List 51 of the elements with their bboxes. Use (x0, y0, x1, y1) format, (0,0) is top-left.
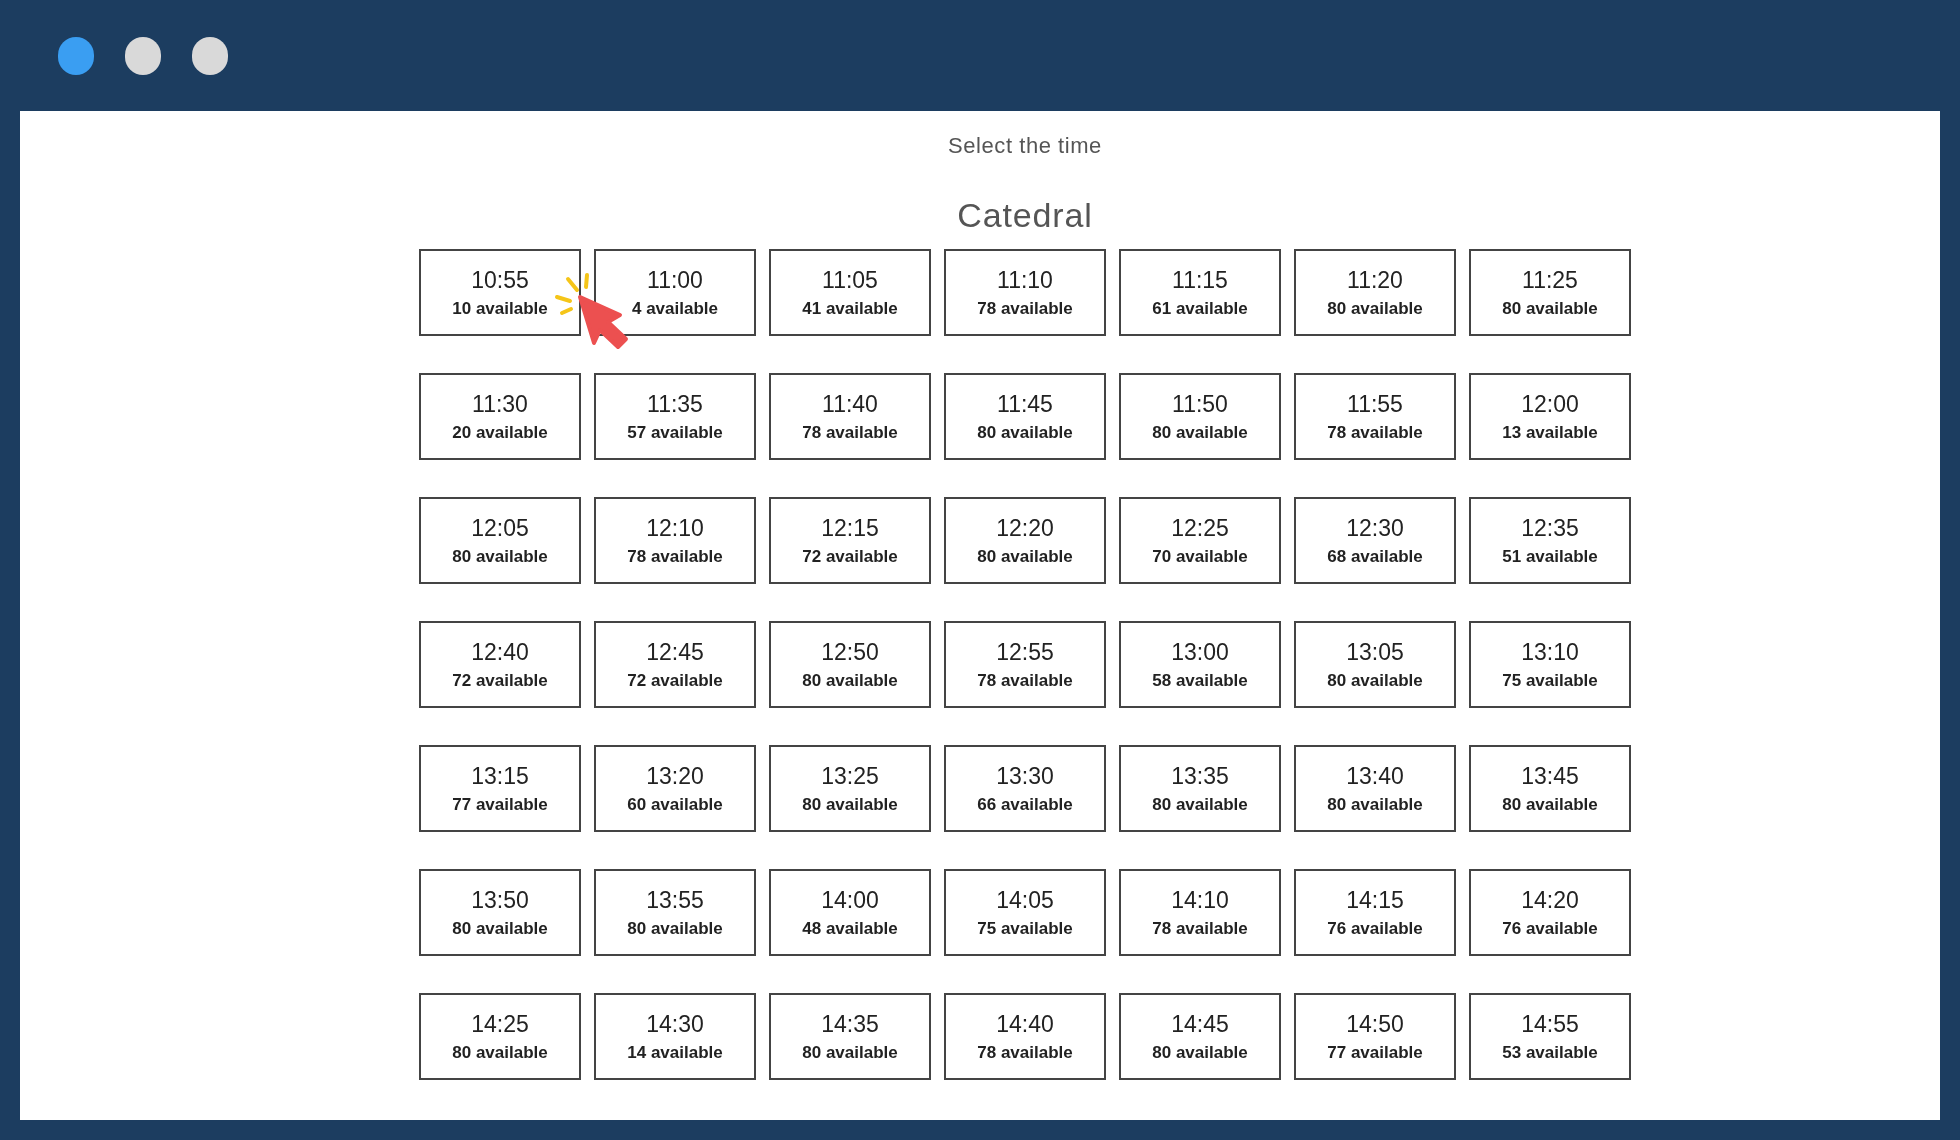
time-slot-button[interactable]: 11:35 57 available (594, 373, 756, 460)
time-slot-button[interactable]: 11:20 80 available (1294, 249, 1456, 336)
time-slot-button[interactable]: 14:50 77 available (1294, 993, 1456, 1080)
time-slot-button[interactable]: 12:30 68 available (1294, 497, 1456, 584)
time-slot-button[interactable]: 12:35 51 available (1469, 497, 1631, 584)
time-slot-button[interactable]: 13:50 80 available (419, 869, 581, 956)
time-slot-button[interactable]: 14:15 76 available (1294, 869, 1456, 956)
time-slot-button[interactable]: 11:00 4 available (594, 249, 756, 336)
time-slot-button[interactable]: 14:55 53 available (1469, 993, 1631, 1080)
time-slot-button[interactable]: 12:20 80 available (944, 497, 1106, 584)
time-slot-button[interactable]: 12:15 72 available (769, 497, 931, 584)
time-slot-button[interactable]: 11:25 80 available (1469, 249, 1631, 336)
time-slot-button[interactable]: 13:20 60 available (594, 745, 756, 832)
time-slot-button[interactable]: 13:35 80 available (1119, 745, 1281, 832)
time-slot-button[interactable]: 11:40 78 available (769, 373, 931, 460)
time-slot-button[interactable]: 11:10 78 available (944, 249, 1106, 336)
time-slot-button[interactable]: 12:05 80 available (419, 497, 581, 584)
time-slot-button[interactable]: 11:05 41 available (769, 249, 931, 336)
time-slot-button[interactable]: 10:55 10 available (419, 249, 581, 336)
time-slot-button[interactable]: 12:10 78 available (594, 497, 756, 584)
time-slot-button[interactable]: 11:45 80 available (944, 373, 1106, 460)
time-slot-button[interactable]: 13:00 58 available (1119, 621, 1281, 708)
time-slot-button[interactable]: 13:10 75 available (1469, 621, 1631, 708)
time-slot-button[interactable]: 12:25 70 available (1119, 497, 1281, 584)
time-slot-button[interactable]: 14:45 80 available (1119, 993, 1281, 1080)
time-slot-button[interactable]: 13:30 66 available (944, 745, 1106, 832)
time-slot-button[interactable]: 13:15 77 available (419, 745, 581, 832)
time-slot-button[interactable]: 14:30 14 available (594, 993, 756, 1080)
time-slot-button[interactable]: 13:25 80 available (769, 745, 931, 832)
time-slot-button[interactable]: 12:45 72 available (594, 621, 756, 708)
time-slot-button[interactable]: 11:50 80 available (1119, 373, 1281, 460)
time-slot-button[interactable]: 13:40 80 available (1294, 745, 1456, 832)
time-slot-button[interactable]: 14:05 75 available (944, 869, 1106, 956)
time-slot-button[interactable]: 12:40 72 available (419, 621, 581, 708)
time-slot-button[interactable]: 14:35 80 available (769, 993, 931, 1080)
time-slot-button[interactable]: 14:20 76 available (1469, 869, 1631, 956)
time-slot-button[interactable]: 11:55 78 available (1294, 373, 1456, 460)
location-title: Catedral (957, 195, 1093, 236)
time-slot-button[interactable]: 12:00 13 available (1469, 373, 1631, 460)
time-slot-button[interactable]: 14:40 78 available (944, 993, 1106, 1080)
time-slot-button[interactable]: 13:05 80 available (1294, 621, 1456, 708)
time-slot-button[interactable]: 11:30 20 available (419, 373, 581, 460)
time-slot-button[interactable]: 14:00 48 available (769, 869, 931, 956)
time-slot-button[interactable]: 14:10 78 available (1119, 869, 1281, 956)
time-slot-button[interactable]: 12:50 80 available (769, 621, 931, 708)
time-slot-button[interactable]: 11:15 61 available (1119, 249, 1281, 336)
time-slot-button[interactable]: 13:45 80 available (1469, 745, 1631, 832)
time-slot-button[interactable]: 13:55 80 available (594, 869, 756, 956)
time-slot-button[interactable]: 14:25 80 available (419, 993, 581, 1080)
page-heading: Select the time (948, 132, 1102, 160)
time-slot-button[interactable]: 12:55 78 available (944, 621, 1106, 708)
